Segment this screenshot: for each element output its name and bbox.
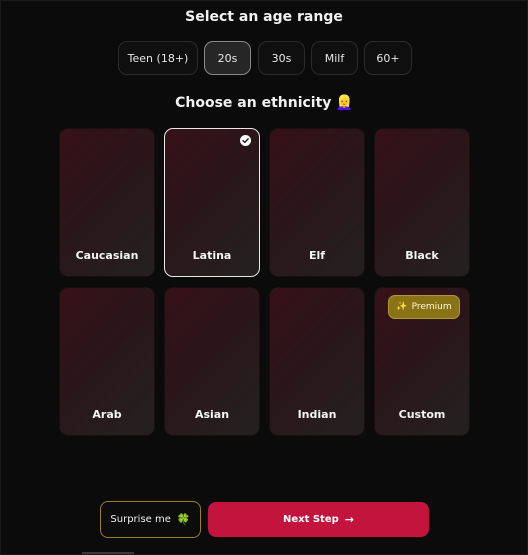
age-option-teen[interactable]: Teen (18+) <box>118 41 198 75</box>
ethnicity-title-text: Choose an ethnicity <box>175 95 332 111</box>
surprise-me-button[interactable]: Surprise me 🍀 <box>100 501 201 538</box>
age-option-20s[interactable]: 20s <box>204 41 251 75</box>
ethnicity-label: Asian <box>194 408 230 421</box>
ethnicity-card-elf[interactable]: Elf <box>269 128 365 277</box>
ethnicity-card-black[interactable]: Black <box>374 128 470 277</box>
ethnicity-card-asian[interactable]: Asian <box>164 287 260 436</box>
scroll-indicator <box>82 552 134 554</box>
clover-icon: 🍀 <box>176 513 191 526</box>
ethnicity-card-indian[interactable]: Indian <box>269 287 365 436</box>
arrow-right-icon: → <box>344 513 354 526</box>
ethnicity-card-custom[interactable]: ✨ Premium Custom <box>374 287 470 436</box>
premium-badge-label: Premium <box>411 302 452 312</box>
sparkle-icon: ✨ <box>396 302 408 312</box>
premium-badge: ✨ Premium <box>388 295 460 319</box>
ethnicity-label: Black <box>405 249 439 262</box>
ethnicity-label: Arab <box>92 408 122 421</box>
blond-person-emoji-icon: 👱‍♀️ <box>335 95 353 111</box>
ethnicity-title: Choose an ethnicity 👱‍♀️ <box>0 95 528 111</box>
ethnicity-label: Latina <box>192 249 232 262</box>
ethnicity-label: Caucasian <box>75 249 139 262</box>
app-frame <box>0 0 528 555</box>
ethnicity-label: Custom <box>398 408 446 421</box>
age-option-30s[interactable]: 30s <box>258 41 305 75</box>
check-circle-icon <box>240 135 251 146</box>
next-step-button[interactable]: Next Step → <box>208 502 429 537</box>
ethnicity-card-caucasian[interactable]: Caucasian <box>59 128 155 277</box>
age-option-60plus[interactable]: 60+ <box>364 41 412 75</box>
age-option-milf[interactable]: Milf <box>311 41 358 75</box>
ethnicity-card-latina[interactable]: Latina <box>164 128 260 277</box>
next-step-label: Next Step <box>282 514 339 525</box>
surprise-me-label: Surprise me <box>110 514 171 525</box>
ethnicity-label: Elf <box>308 249 326 262</box>
age-range-title: Select an age range <box>185 9 343 25</box>
ethnicity-label: Indian <box>297 408 337 421</box>
ethnicity-card-arab[interactable]: Arab <box>59 287 155 436</box>
